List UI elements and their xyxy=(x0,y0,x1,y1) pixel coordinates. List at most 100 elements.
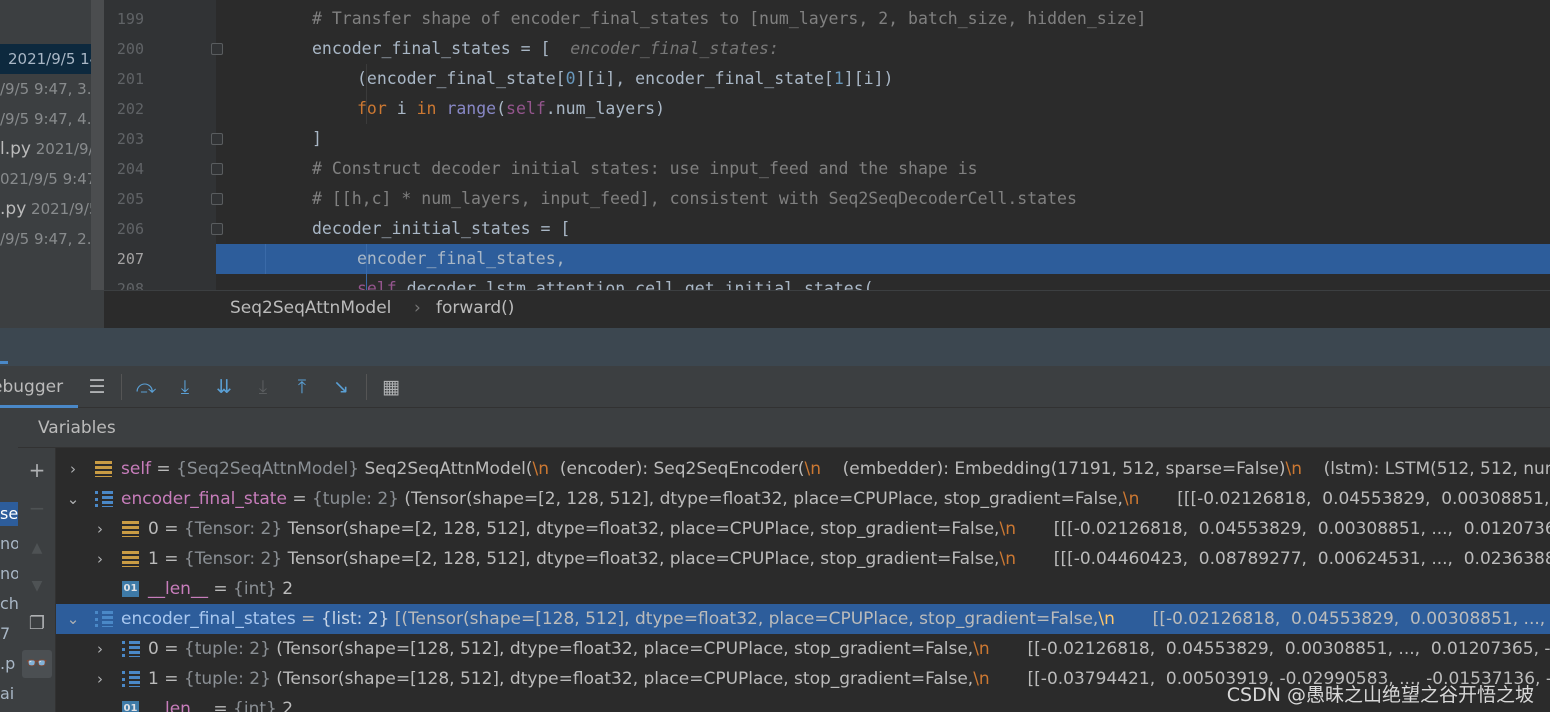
frame-item[interactable]: 7 xyxy=(0,622,18,646)
breadcrumb-method[interactable]: forward() xyxy=(436,298,514,318)
file-date: 2021/9/5 14:4 xyxy=(8,50,104,68)
int-icon: 01 xyxy=(122,581,139,597)
variable-type: {tuple: 2} xyxy=(183,639,271,659)
copy-icon[interactable]: ❐ xyxy=(22,610,52,638)
variables-side-toolbar: + − ▲ ▼ ❐ 👓 xyxy=(18,448,56,712)
variable-text: encoder_final_state = {tuple: 2} (Tensor… xyxy=(121,484,1550,514)
variable-name: __len__ xyxy=(148,699,208,712)
layout-icon[interactable]: ☰ xyxy=(84,374,110,400)
line-number[interactable]: 202 xyxy=(104,100,144,118)
force-step-into-icon[interactable]: ⤓ xyxy=(250,374,276,400)
variable-type: {int} xyxy=(233,579,277,599)
variable-row[interactable]: › 0 = {Tensor: 2} Tensor(shape=[2, 128, 5… xyxy=(56,514,1550,544)
line-number[interactable]: 205 xyxy=(104,190,144,208)
line-number[interactable]: 204 xyxy=(104,160,144,178)
expand-arrow-icon[interactable]: › xyxy=(93,544,107,574)
variable-row[interactable]: ⌄ encoder_final_state = {tuple: 2} (Tenso… xyxy=(56,484,1550,514)
project-file-row[interactable]: /9/5 9:47, 4.45 xyxy=(0,104,104,134)
code-line-207-current[interactable]: encoder_final_states, xyxy=(216,244,1550,274)
frames-panel-edge: se no no ch 7 .p ai xyxy=(0,408,18,712)
step-over-icon[interactable]: ⤼ xyxy=(133,374,159,400)
tree-scrollbar[interactable] xyxy=(91,0,104,290)
expand-arrow-icon[interactable]: › xyxy=(93,634,107,664)
project-file-row[interactable]: /9/5 9:47, 2.15 xyxy=(0,224,104,254)
evaluate-expression-icon[interactable]: ▦ xyxy=(378,374,404,400)
line-number[interactable]: 201 xyxy=(104,70,144,88)
project-file-row[interactable]: 2021/9/5 14:4 xyxy=(0,44,104,74)
file-date: 021/9/5 9:47, 3 xyxy=(0,170,104,188)
indent-guide xyxy=(265,244,266,274)
code-text: ( xyxy=(496,99,507,118)
project-file-row[interactable]: 021/9/5 9:47, 3 xyxy=(0,164,104,194)
self-keyword: self xyxy=(357,279,397,290)
variable-value: Tensor(shape=[2, 128, 512], dtype=float3… xyxy=(287,519,1000,539)
glasses-icon[interactable]: 👓 xyxy=(22,650,52,678)
variable-text: encoder_final_states = {list: 2} [(Tenso… xyxy=(121,604,1550,634)
debugger-tab[interactable]: ebugger xyxy=(0,366,78,408)
code-text: i xyxy=(386,99,417,118)
code-editor[interactable]: 199 200 201 202 203 204 205 206 207 208 # Transfe… xyxy=(104,0,1550,290)
line-number[interactable]: 199 xyxy=(104,10,144,28)
expand-arrow-icon[interactable]: › xyxy=(93,514,107,544)
variable-row[interactable]: ⌄ encoder_final_states = {list: 2} [(Tens… xyxy=(56,604,1550,634)
variable-name: 0 xyxy=(148,639,159,659)
frame-item[interactable]: ch xyxy=(0,592,18,616)
newline-escape: \n xyxy=(999,519,1016,539)
expand-arrow-icon[interactable]: › xyxy=(93,664,107,694)
variable-type: {tuple: 2} xyxy=(311,489,399,509)
move-up-icon[interactable]: ▲ xyxy=(22,534,52,562)
line-number[interactable]: 206 xyxy=(104,220,144,238)
line-number[interactable]: 200 xyxy=(104,40,144,58)
variable-type: {Seq2SeqAttnModel} xyxy=(176,459,360,479)
remove-watch-icon[interactable]: − xyxy=(22,494,52,522)
line-number[interactable]: 203 xyxy=(104,130,144,148)
variables-tree[interactable]: › self = {Seq2SeqAttnModel} Seq2SeqAttnMo… xyxy=(56,448,1550,712)
step-into-icon[interactable]: ⤓ xyxy=(172,374,198,400)
variable-name: __len__ xyxy=(148,579,208,599)
collapse-arrow-icon[interactable]: ⌄ xyxy=(66,484,80,514)
keyword: in xyxy=(416,99,437,118)
variable-value: [[-0.02126818, 0.04553829, 0.00308851, .… xyxy=(989,639,1550,659)
step-out-icon[interactable]: ⤒ xyxy=(289,374,315,400)
line-number[interactable]: 208 xyxy=(104,280,144,290)
comment: # Construct decoder initial states: use … xyxy=(312,159,978,178)
add-watch-icon[interactable]: + xyxy=(22,456,52,484)
code-line-204[interactable]: # Construct decoder initial states: use … xyxy=(216,154,1550,184)
list-icon xyxy=(122,641,140,657)
project-file-row[interactable]: .py 2021/9/5 xyxy=(0,194,98,224)
frame-item[interactable]: no xyxy=(0,562,18,586)
int-icon: 01 xyxy=(122,701,139,712)
editor-gutter[interactable]: 199 200 201 202 203 204 205 206 207 208 xyxy=(104,0,223,290)
frame-item[interactable]: no xyxy=(0,532,18,556)
code-line-203[interactable]: ] xyxy=(216,124,1550,154)
variable-row[interactable]: 01 __len__ = {int} 2 xyxy=(56,574,1550,604)
variable-row[interactable]: › 0 = {tuple: 2} (Tensor(shape=[128, 512]… xyxy=(56,634,1550,664)
run-to-cursor-icon[interactable]: ↘ xyxy=(328,374,354,400)
project-file-row[interactable]: l.py 2021/9/ xyxy=(0,134,94,164)
expand-arrow-icon[interactable]: › xyxy=(66,454,80,484)
variable-value: [[[-0.02126818, 0.04553829, 0.00308851, … xyxy=(1177,489,1550,509)
frame-item[interactable]: ai xyxy=(0,682,18,706)
code-line-200[interactable]: encoder_final_states = [ encoder_final_s… xyxy=(216,34,1550,64)
step-into-my-code-icon[interactable]: ⇊ xyxy=(211,374,237,400)
collapse-arrow-icon[interactable]: ⌄ xyxy=(66,604,80,634)
variable-row[interactable]: › 1 = {Tensor: 2} Tensor(shape=[2, 128, 5… xyxy=(56,544,1550,574)
variable-text: __len__ = {int} 2 xyxy=(148,579,294,599)
code-line-199[interactable]: # Transfer shape of encoder_final_states… xyxy=(216,4,1550,34)
code-line-206[interactable]: decoder_initial_states = [ xyxy=(216,214,1550,244)
code-line-201[interactable]: (encoder_final_state[0][i], encoder_fina… xyxy=(216,64,1550,94)
frame-item[interactable]: .p xyxy=(0,652,18,676)
project-tree: 2021/9/5 14:4/9/5 9:47, 3.16/9/5 9:47, 4… xyxy=(0,0,104,328)
variable-row[interactable]: › self = {Seq2SeqAttnModel} Seq2SeqAttnMo… xyxy=(56,454,1550,484)
code-line-205[interactable]: # [[h,c] * num_layers, input_feed], cons… xyxy=(216,184,1550,214)
code-line-208[interactable]: self.decoder.lstm_attention_cell.get_ini… xyxy=(216,274,1550,290)
frame-item[interactable]: se xyxy=(0,502,18,526)
move-down-icon[interactable]: ▼ xyxy=(22,572,52,600)
code-line-202[interactable]: for i in range(self.num_layers) xyxy=(216,94,1550,124)
line-number[interactable]: 207 xyxy=(104,250,144,268)
toolbar-separator xyxy=(366,374,367,400)
breadcrumb-class[interactable]: Seq2SeqAttnModel xyxy=(230,298,391,318)
debugger-toolbar: ebugger ☰ ⤼ ⤓ ⇊ ⤓ ⤒ ↘ ▦ xyxy=(0,366,1550,408)
variable-value: (encoder): Seq2SeqEncoder( xyxy=(549,459,805,479)
project-file-row[interactable]: /9/5 9:47, 3.16 xyxy=(0,74,104,104)
